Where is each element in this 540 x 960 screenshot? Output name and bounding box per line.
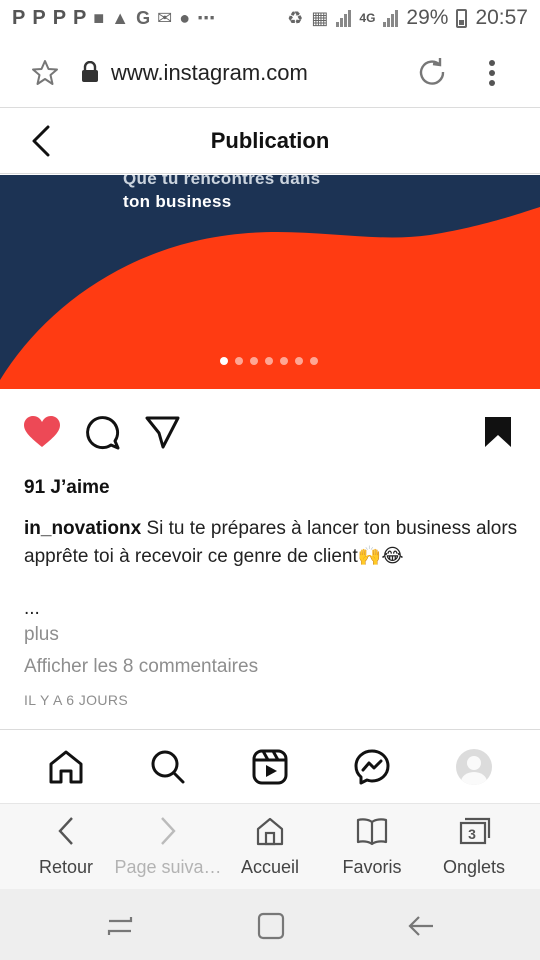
bookmarks-button[interactable]: Favoris	[318, 804, 426, 890]
bookmark-icon	[485, 417, 511, 447]
chevron-left-icon	[58, 817, 73, 845]
forward-label: Page suiva…	[114, 857, 222, 877]
comment-icon	[86, 416, 120, 450]
clock: 20:57	[475, 6, 528, 29]
system-nav-bar	[0, 889, 540, 960]
gmail-icon: ✉	[157, 7, 174, 28]
nav-home[interactable]	[47, 748, 85, 786]
url-text[interactable]: www.instagram.com	[111, 60, 308, 86]
save-button[interactable]	[478, 412, 518, 452]
nav-profile[interactable]	[455, 748, 493, 786]
recycle-icon: ♻	[287, 7, 304, 28]
browser-url-bar: www.instagram.com	[0, 36, 540, 108]
bookmarks-label: Favoris	[342, 857, 402, 877]
post-actions	[0, 412, 540, 456]
page-title: Publication	[210, 128, 330, 153]
home-outline-icon	[256, 817, 284, 846]
back-button[interactable]: Retour	[12, 804, 120, 890]
heart-icon	[24, 416, 60, 447]
battery-percent: 29%	[406, 6, 449, 29]
carousel-dot	[235, 357, 243, 365]
carousel-dot	[220, 357, 228, 365]
carousel-dot	[250, 357, 258, 365]
forward-button[interactable]: Page suiva…	[114, 804, 222, 890]
like-count[interactable]: 91 J’aime	[24, 477, 110, 499]
like-button[interactable]	[22, 412, 62, 452]
chevron-right-icon	[161, 817, 176, 845]
caption-ellipsis: ...	[24, 598, 40, 619]
tabs-count: 3	[468, 826, 476, 842]
post-header: Publication	[0, 108, 540, 174]
warning-icon: ▲	[111, 7, 131, 28]
chat-icon: ■	[93, 7, 106, 28]
nav-search[interactable]	[149, 748, 187, 786]
back-label: Retour	[38, 857, 94, 877]
g-icon: G	[136, 7, 152, 28]
s-icon: ●	[179, 7, 192, 28]
nav-messenger[interactable]	[353, 748, 391, 786]
avatar	[456, 749, 492, 785]
carousel-dot	[280, 357, 288, 365]
more-link[interactable]: plus	[24, 624, 59, 646]
post-caption: in_novationx Si tu te prépares à lancer …	[24, 515, 524, 571]
post-username[interactable]: in_novationx	[24, 518, 141, 539]
instagram-bottom-nav	[0, 729, 540, 803]
p-notification-icon: P	[32, 6, 47, 29]
nav-reels[interactable]	[251, 748, 289, 786]
comment-button[interactable]	[82, 412, 122, 452]
more-dots-icon: ⋯	[197, 7, 217, 28]
image-caption-line-1: Que tu rencontres dans	[123, 175, 321, 188]
post-timestamp: IL Y A 6 JOURS	[24, 692, 129, 708]
bookmark-star-icon[interactable]	[30, 58, 60, 88]
system-back-icon[interactable]	[406, 911, 436, 941]
home-button[interactable]: Accueil	[216, 804, 324, 890]
home-icon	[49, 750, 83, 784]
network-type-label: 4G	[359, 11, 376, 25]
share-button[interactable]	[142, 412, 182, 452]
tabs-label: Onglets	[442, 857, 506, 877]
reload-icon[interactable]	[416, 56, 448, 88]
battery-icon	[456, 8, 468, 28]
system-status: ♻ ▦ 4G 29% 20:57	[287, 6, 528, 30]
home-label: Accueil	[240, 857, 300, 877]
signal-icon	[383, 9, 399, 27]
tabs-button[interactable]: 3 Onglets	[420, 804, 528, 890]
carousel-dot	[310, 357, 318, 365]
post-image[interactable]: Que tu rencontres dans ton business	[0, 175, 540, 389]
recent-apps-icon[interactable]	[105, 911, 135, 941]
p-notification-icon: P	[52, 6, 68, 29]
home-square-icon[interactable]	[256, 911, 286, 941]
notification-area: P P P P ■ ▲ G ✉ ● ⋯	[12, 7, 287, 30]
data-saver-icon: ▦	[311, 7, 329, 28]
p-notification-icon: P	[12, 6, 27, 29]
messenger-icon	[354, 749, 390, 785]
carousel-indicator	[220, 357, 318, 365]
status-bar: P P P P ■ ▲ G ✉ ● ⋯ ♻ ▦ 4G 29% 20:57	[0, 0, 540, 36]
book-icon	[356, 818, 388, 846]
view-comments-link[interactable]: Afficher les 8 commentaires	[24, 656, 258, 678]
carousel-dot	[295, 357, 303, 365]
image-caption-line-2: ton business	[123, 192, 232, 211]
p-notification-icon: P	[73, 6, 88, 29]
send-icon	[145, 416, 180, 449]
browser-toolbar: Retour Page suiva… Accueil Favoris 3 Ong…	[0, 803, 540, 889]
lock-icon	[82, 61, 98, 82]
carousel-dot	[265, 357, 273, 365]
signal-icon	[336, 9, 352, 27]
overflow-menu-icon[interactable]	[484, 58, 500, 88]
search-icon	[151, 750, 185, 784]
reels-icon	[252, 749, 288, 785]
